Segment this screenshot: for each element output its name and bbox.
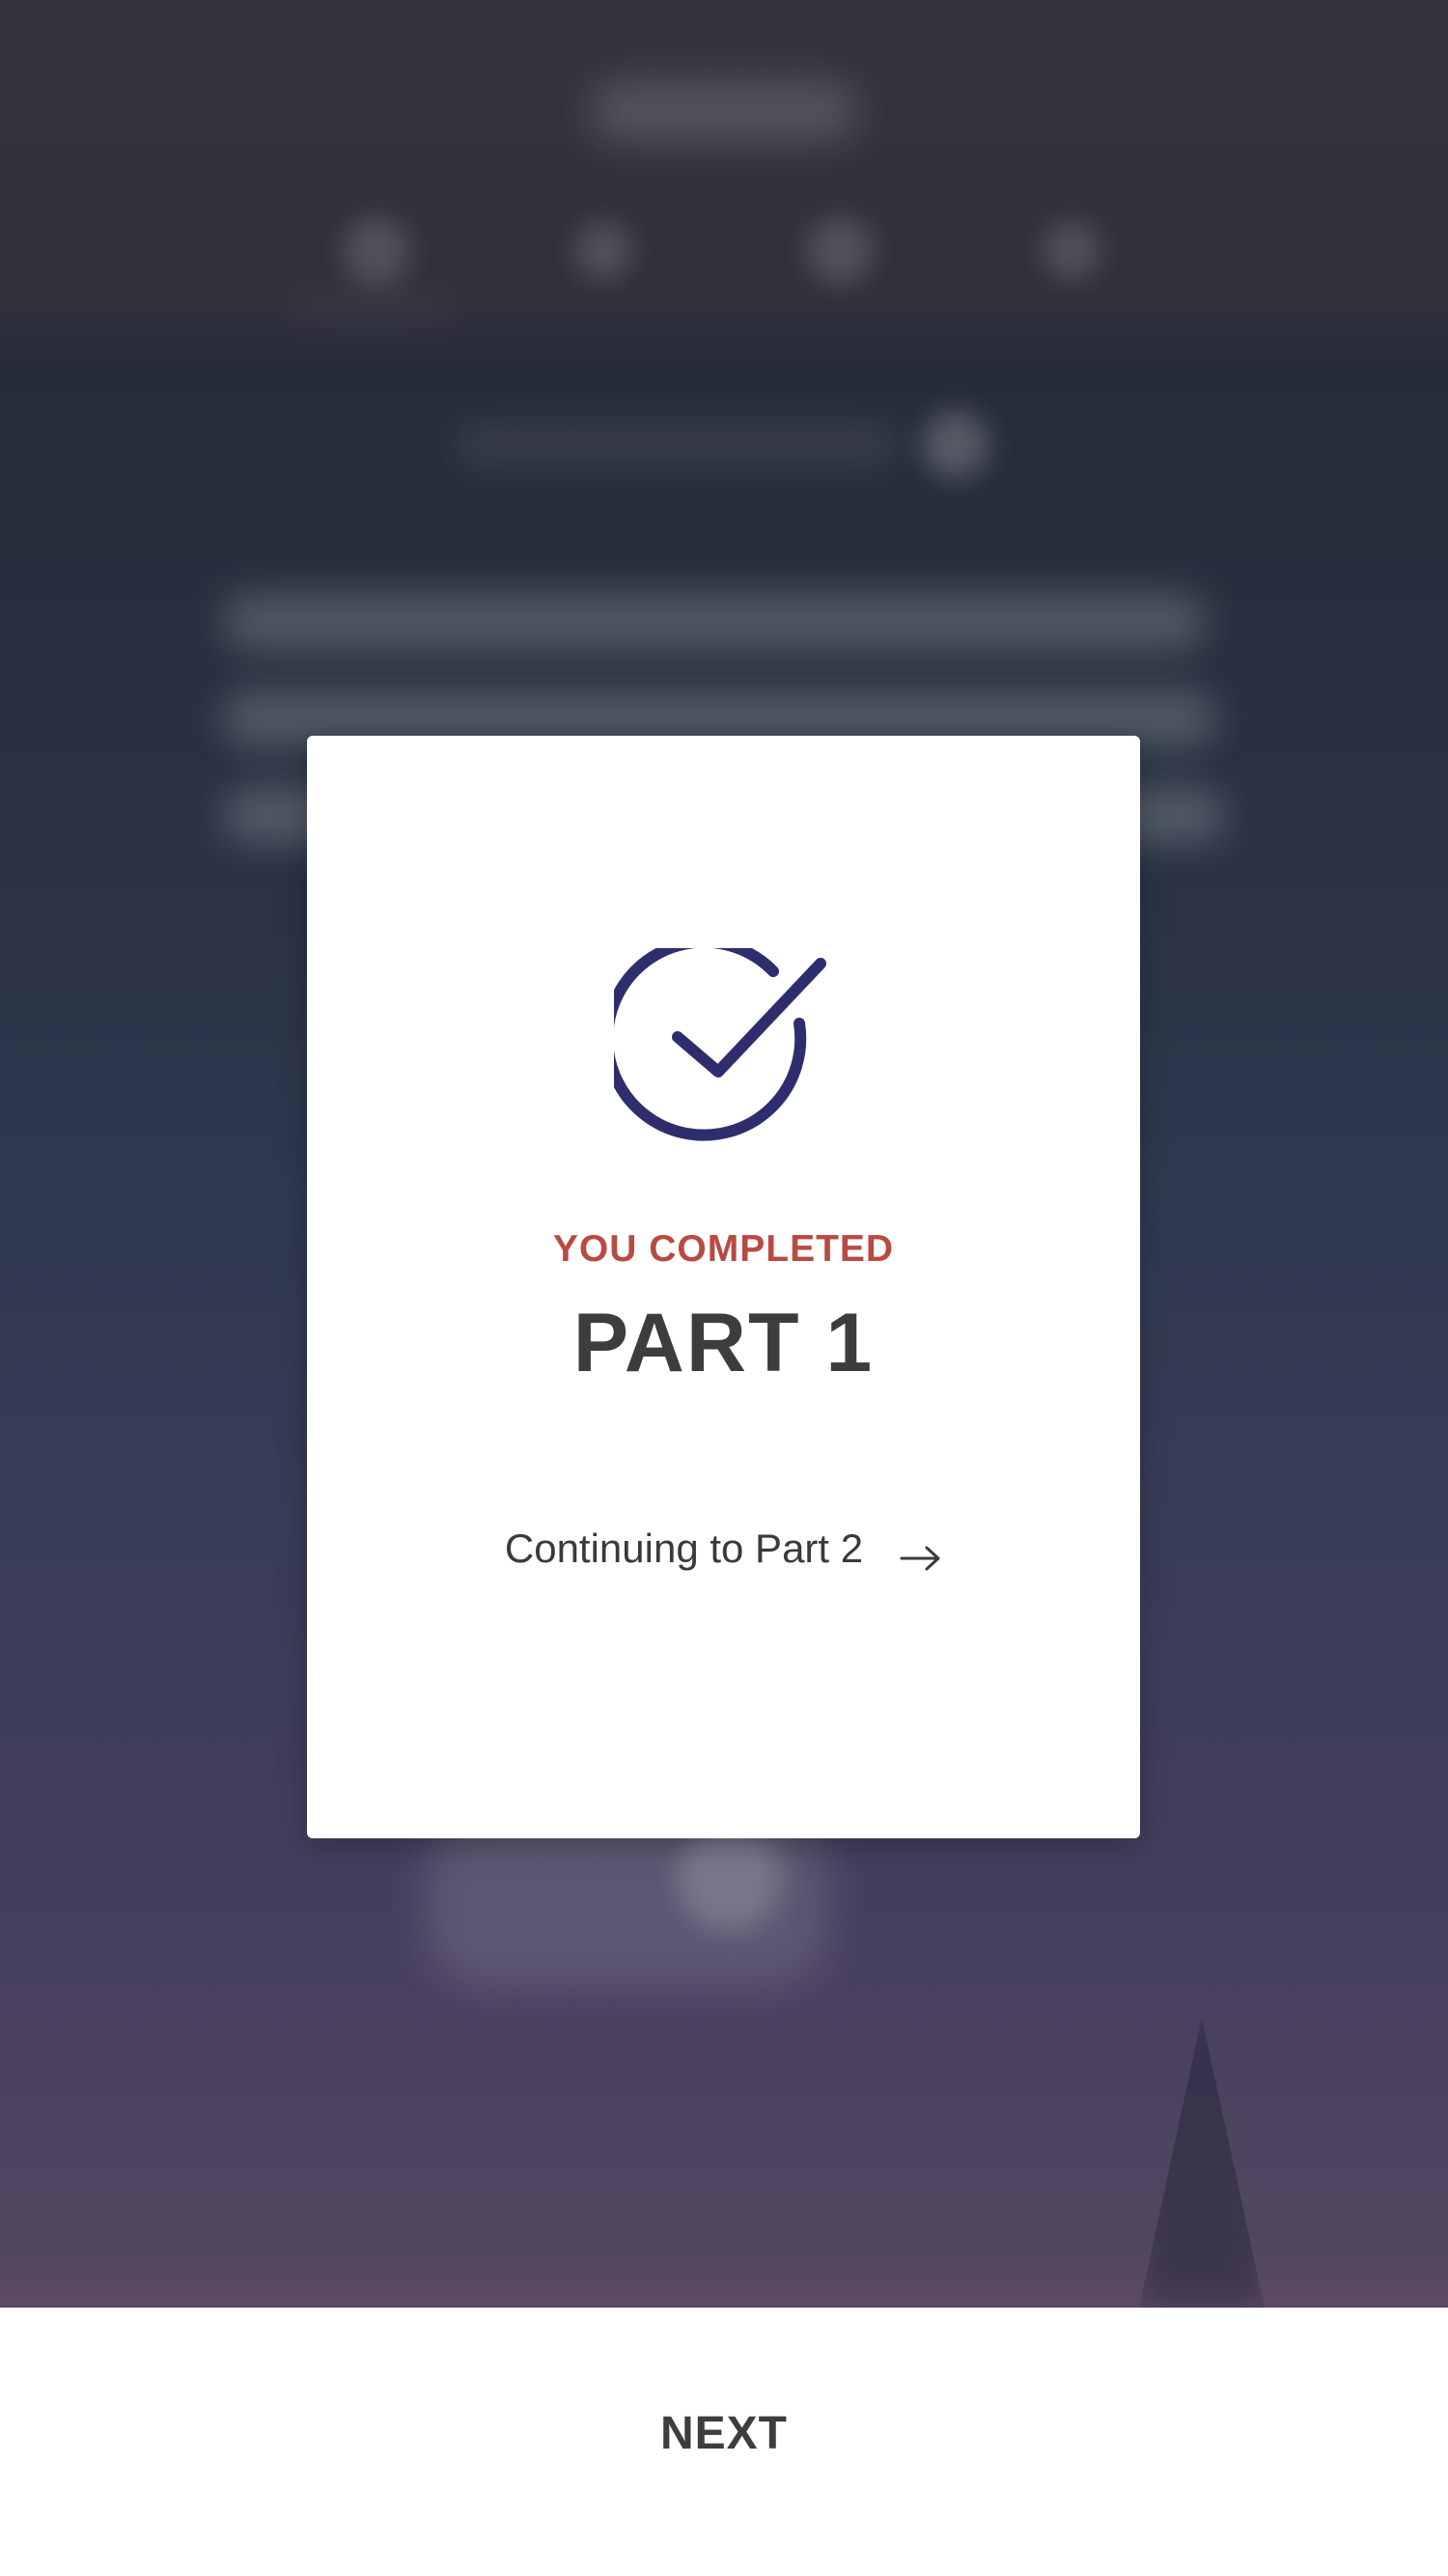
background-nav-blur	[574, 222, 632, 280]
background-title-blur	[589, 82, 859, 140]
bottom-action-bar: NEXT	[0, 2308, 1448, 2576]
arrow-right-icon	[900, 1535, 942, 1571]
background-nav-blur	[806, 217, 874, 285]
next-button[interactable]: NEXT	[579, 2366, 869, 2501]
continue-indicator: Continuing to Part 2	[307, 1526, 1140, 1572]
completion-modal: YOU COMPLETED PART 1 Continuing to Part …	[307, 736, 1140, 1838]
background-glow-blur	[676, 1825, 782, 1931]
background-subtitle-blur	[454, 425, 898, 463]
background-tree-shape	[1139, 2018, 1265, 2308]
continue-label: Continuing to Part 2	[504, 1526, 864, 1571]
completion-title: PART 1	[572, 1297, 875, 1389]
background-dot-blur	[922, 410, 989, 478]
background-underline-blur	[290, 299, 454, 313]
background-text-line-blur	[222, 594, 1207, 650]
completion-eyebrow: YOU COMPLETED	[552, 1228, 895, 1270]
check-circle-icon	[601, 936, 836, 1170]
background-nav-blur	[343, 217, 410, 285]
background-nav-blur	[1043, 222, 1100, 280]
